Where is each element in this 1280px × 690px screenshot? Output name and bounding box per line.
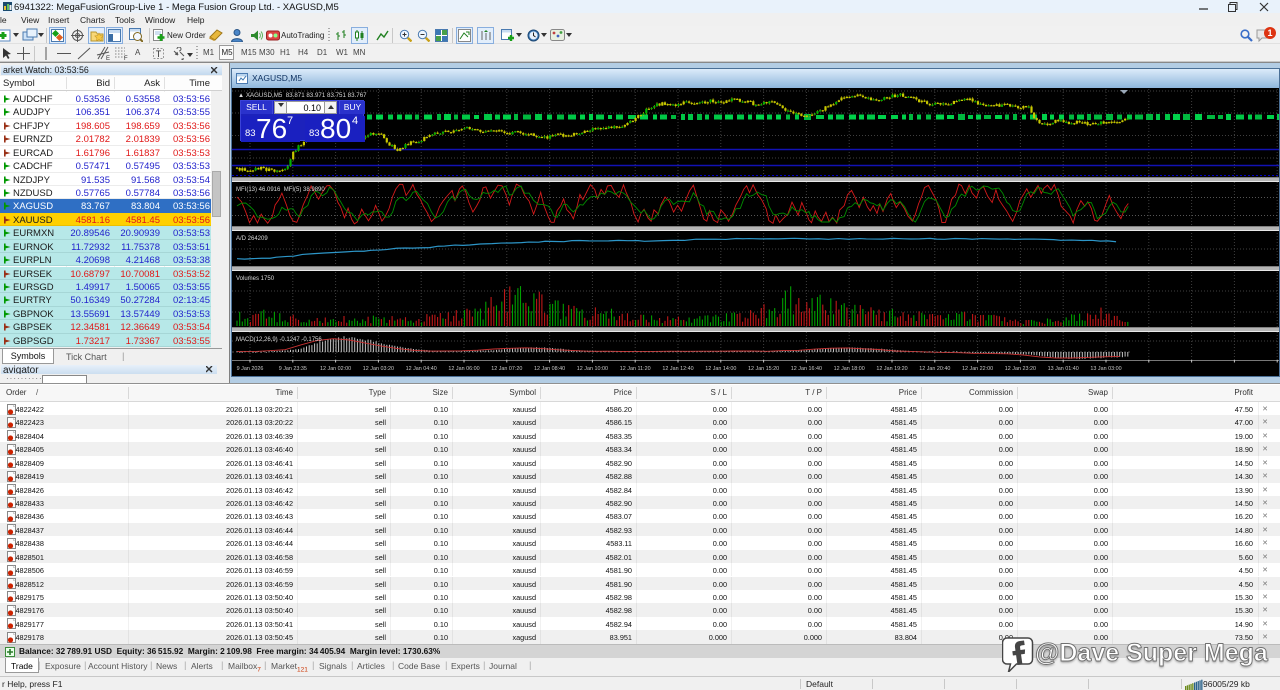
- svg-text:9 Jan 2026: 9 Jan 2026: [237, 366, 264, 372]
- svg-text:12 Jan 14:00: 12 Jan 14:00: [705, 366, 736, 372]
- svg-text:12 Jan 11:20: 12 Jan 11:20: [620, 366, 651, 372]
- svg-text:12 Jan 12:40: 12 Jan 12:40: [662, 366, 693, 372]
- svg-text:A/D 264209: A/D 264209: [236, 236, 268, 242]
- svg-text:F: F: [124, 56, 128, 60]
- svg-text:T: T: [156, 49, 162, 59]
- svg-text:1: 1: [1267, 28, 1272, 38]
- svg-text:12 Jan 23:20: 12 Jan 23:20: [1005, 366, 1036, 372]
- svg-text:E: E: [106, 56, 110, 60]
- svg-text:12 Jan 06:00: 12 Jan 06:00: [448, 366, 479, 372]
- svg-text:12 Jan 03:20: 12 Jan 03:20: [363, 366, 394, 372]
- svg-text:▲ XAGUSD,M5 83.871 83.971 83.: ▲ XAGUSD,M5 83.871 83.971 83.751 83.767: [238, 92, 367, 99]
- svg-text:12 Jan 15:20: 12 Jan 15:20: [748, 366, 779, 372]
- svg-text:12 Jan 10:00: 12 Jan 10:00: [577, 366, 608, 372]
- svg-text:12 Jan 20:40: 12 Jan 20:40: [919, 366, 950, 372]
- svg-text:12 Jan 02:00: 12 Jan 02:00: [320, 366, 351, 372]
- svg-text:MFI(13) 46.0916 MFI(5) 38.989: MFI(13) 46.0916 MFI(5) 38.9890: [236, 187, 325, 193]
- svg-text:12 Jan 19:20: 12 Jan 19:20: [876, 366, 907, 372]
- svg-text:9 Jan 23:35: 9 Jan 23:35: [279, 366, 307, 372]
- svg-text:12 Jan 08:40: 12 Jan 08:40: [534, 366, 565, 372]
- svg-text:Volumes 1750: Volumes 1750: [236, 276, 275, 282]
- svg-text:12 Jan 16:40: 12 Jan 16:40: [791, 366, 822, 372]
- svg-text:12 Jan 04:40: 12 Jan 04:40: [406, 366, 437, 372]
- svg-text:13 Jan 03:00: 13 Jan 03:00: [1090, 366, 1121, 372]
- svg-text:13 Jan 01:40: 13 Jan 01:40: [1048, 366, 1079, 372]
- svg-text:12 Jan 18:00: 12 Jan 18:00: [834, 366, 865, 372]
- svg-text:12 Jan 22:00: 12 Jan 22:00: [962, 366, 993, 372]
- svg-text:12 Jan 07:20: 12 Jan 07:20: [491, 366, 522, 372]
- svg-text:MACD(12,26,9) -0.1247 -0.1756: MACD(12,26,9) -0.1247 -0.1756: [236, 337, 322, 343]
